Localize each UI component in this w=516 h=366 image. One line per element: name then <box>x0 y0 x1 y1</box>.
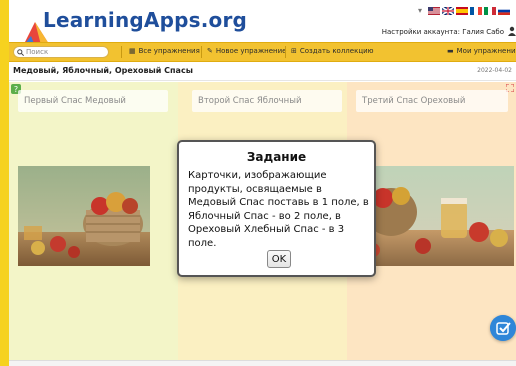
nav-create-collection-label: Создать коллекцию <box>299 47 374 55</box>
field-label-1: Первый Спас Медовый <box>18 90 168 112</box>
search-input[interactable]: Поиск <box>13 46 109 58</box>
pencil-icon: ✎ <box>207 47 213 55</box>
search-icon <box>17 49 24 56</box>
nav-my-exercises-label: Мои упражнения <box>456 47 516 55</box>
main-nav: Поиск ▦ Все упражнения ✎ Новое упражнение … <box>9 42 516 62</box>
account-settings-link[interactable]: Настройки аккаунта: Галия Сабо <box>382 28 504 36</box>
user-icon[interactable] <box>508 26 516 36</box>
folder-icon: ▬ <box>447 47 454 55</box>
site-header: LearningApps.org ▾ Настройки аккаунта: Г… <box>9 0 516 46</box>
exercise-title-bar: Медовый, Яблочный, Ореховый Спасы 2022-0… <box>9 62 516 81</box>
collection-icon: ⊞ <box>291 47 297 55</box>
flag-fr-icon[interactable] <box>470 6 482 15</box>
field-label-2: Второй Спас Яблочный <box>192 90 342 112</box>
field-label-3: Третий Спас Ореховый <box>356 90 508 112</box>
logo[interactable]: LearningApps.org <box>17 6 247 46</box>
exercise-area: ? Первый Спас Медовый Второй Спас Яблочн… <box>9 82 516 360</box>
search-placeholder: Поиск <box>26 48 49 56</box>
nav-new-exercise-label: Новое упражнение <box>215 47 287 55</box>
footer-strip <box>9 360 516 366</box>
apples-basket-image <box>18 166 150 266</box>
dialog-text: Карточки, изображающие продукты, освящае… <box>188 170 369 249</box>
ok-button[interactable]: OK <box>267 250 291 268</box>
flag-it-icon[interactable] <box>484 6 496 15</box>
nav-create-collection[interactable]: ⊞ Создать коллекцию <box>291 47 374 55</box>
app-frame: LearningApps.org ▾ Настройки аккаунта: Г… <box>9 0 516 366</box>
nav-divider <box>285 46 286 58</box>
nav-all-exercises[interactable]: ▦ Все упражнения <box>129 47 200 55</box>
flag-es-icon[interactable] <box>456 6 468 15</box>
flag-us-icon[interactable] <box>428 6 440 15</box>
nav-divider <box>201 46 202 58</box>
logo-text: LearningApps.org <box>43 8 248 32</box>
flag-gb-icon[interactable] <box>442 6 454 15</box>
flag-ru-icon[interactable] <box>498 6 510 15</box>
nav-new-exercise[interactable]: ✎ Новое упражнение <box>207 47 286 55</box>
language-selector[interactable]: ▾ <box>418 6 510 15</box>
page-title: Медовый, Яблочный, Ореховый Спасы <box>13 66 193 75</box>
nav-all-exercises-label: Все упражнения <box>138 47 200 55</box>
apples-jar-image <box>353 166 514 266</box>
chevron-down-icon[interactable]: ▾ <box>418 6 422 15</box>
check-button[interactable] <box>490 315 516 341</box>
nav-my-exercises[interactable]: ▬ Мои упражнения <box>447 47 516 55</box>
nav-divider <box>121 46 122 58</box>
dialog-title: Задание <box>246 150 307 164</box>
page-date: 2022-04-02 <box>477 67 512 74</box>
task-dialog: Задание Карточки, изображающие продукты,… <box>177 140 376 277</box>
grid-icon: ▦ <box>129 47 136 55</box>
